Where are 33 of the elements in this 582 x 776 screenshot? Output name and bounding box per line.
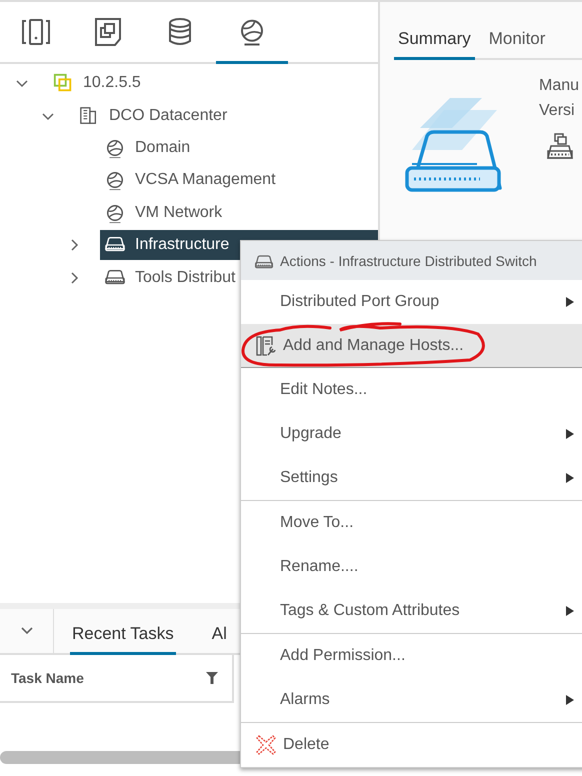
menu-item[interactable]: Rename.... xyxy=(241,545,582,589)
tree-item[interactable]: 10.2.5.5 xyxy=(48,68,378,98)
menu-item[interactable]: Edit Notes... xyxy=(241,368,582,412)
globe-icon xyxy=(104,170,126,190)
detail-tab[interactable]: Summary xyxy=(394,29,475,60)
menu-item[interactable]: Distributed Port Group xyxy=(241,280,582,324)
globe-icon xyxy=(104,202,126,223)
field-label: Manu xyxy=(539,76,580,95)
switch-icon xyxy=(254,252,274,268)
document-icon xyxy=(93,16,123,46)
menu-item[interactable]: Upgrade xyxy=(241,412,582,456)
menu-item[interactable]: Tags & Custom Attributes xyxy=(241,589,582,633)
detail-tab[interactable]: Monitor xyxy=(484,29,550,60)
squares-icon xyxy=(52,73,74,94)
switch-icon xyxy=(545,132,575,160)
menu-item[interactable]: Alarms xyxy=(241,678,582,722)
column-header: Task Name xyxy=(11,670,84,686)
filter-icon[interactable] xyxy=(206,672,218,684)
tree-item[interactable]: Domain xyxy=(100,132,378,163)
tree-item[interactable]: DCO Datacenter xyxy=(74,100,378,131)
menu-item[interactable]: Delete xyxy=(241,723,582,767)
menu-item[interactable]: Add Permission... xyxy=(241,634,582,678)
tree-item[interactable]: VM Network xyxy=(100,198,378,228)
menu-item[interactable]: Settings xyxy=(241,456,582,500)
globe-icon xyxy=(104,138,126,158)
panel-tab[interactable]: Al xyxy=(210,624,229,655)
close-icon xyxy=(255,734,277,756)
menu-item[interactable]: Move To... xyxy=(241,501,582,545)
clipboard-wrench-icon xyxy=(255,334,277,356)
tree-item[interactable]: VCSA Management xyxy=(100,165,378,196)
phone-icon xyxy=(21,16,51,46)
field-label: Versi xyxy=(539,101,576,120)
panel-tab[interactable]: Recent Tasks xyxy=(70,624,176,655)
